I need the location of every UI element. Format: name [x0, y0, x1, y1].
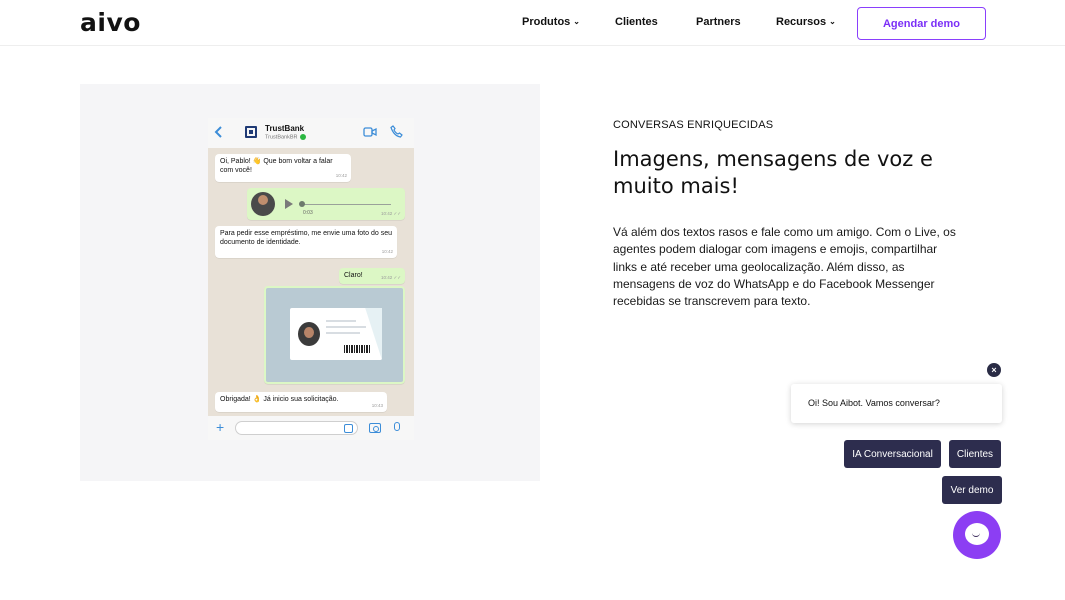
barcode [344, 345, 370, 353]
trustbank-logo-icon [245, 126, 257, 138]
nav-clientes[interactable]: Clientes [615, 16, 658, 28]
chatbot-greeting: Oi! Sou Aibot. Vamos conversar? [791, 384, 1002, 423]
nav-recursos[interactable]: Recursos ⌄ [776, 16, 836, 28]
contact-name: TrustBank [265, 124, 305, 133]
voice-message-bubble: 0:03 10:42 ✓✓ [247, 188, 405, 220]
nav-recursos-label: Recursos [776, 16, 827, 28]
phone-call-icon [390, 125, 403, 138]
camera-icon [369, 423, 381, 433]
id-portrait [298, 322, 320, 346]
chat-bubble-icon [965, 523, 989, 545]
chat-input-bar: + [208, 416, 414, 440]
voice-progress-handle [299, 201, 305, 207]
back-arrow-icon [214, 126, 222, 138]
chat-header: TrustBank TrustBankBR [208, 118, 414, 148]
chevron-down-icon: ⌄ [573, 17, 580, 26]
nav-produtos[interactable]: Produtos ⌄ [522, 16, 580, 28]
voice-duration: 0:03 [303, 210, 313, 216]
close-icon[interactable]: × [987, 363, 1001, 377]
nav-produtos-label: Produtos [522, 16, 571, 28]
avatar [251, 192, 275, 216]
message-bubble-incoming: Para pedir esse empréstimo, me envie uma… [215, 226, 397, 258]
plus-icon: + [216, 419, 225, 435]
video-call-icon [363, 127, 377, 137]
top-navbar: aivo Produtos ⌄ Clientes Partners Recurso… [0, 0, 1065, 46]
image-message-bubble [264, 286, 405, 384]
voice-progress-track [301, 204, 391, 205]
quick-reply-ia-conversacional[interactable]: IA Conversacional [844, 440, 941, 468]
feature-showcase-panel: TrustBank TrustBankBR Oi, Pablo! 👋 Que b… [80, 84, 540, 481]
nav-partners[interactable]: Partners [696, 16, 741, 28]
section-headline: Imagens, mensagens de voz e muito mais! [613, 147, 933, 198]
play-icon [285, 199, 293, 209]
whatsapp-phone-mockup: TrustBank TrustBankBR Oi, Pablo! 👋 Que b… [208, 118, 414, 440]
microphone-icon [394, 422, 400, 431]
aivo-logo[interactable]: aivo [80, 8, 141, 37]
sticker-icon [344, 424, 353, 433]
message-input [235, 421, 358, 435]
quick-reply-clientes[interactable]: Clientes [949, 440, 1001, 468]
message-bubble-incoming: Obrigada! 👌 Já inicio sua solicitação. 1… [215, 392, 387, 412]
chat-launcher-button[interactable] [953, 511, 1001, 559]
section-eyebrow: CONVERSAS ENRIQUECIDAS [613, 119, 774, 131]
id-card [290, 308, 382, 360]
section-description: Vá além dos textos rasos e fale como um … [613, 225, 956, 309]
contact-handle: TrustBankBR [265, 134, 306, 140]
verified-icon [299, 134, 306, 140]
agendar-demo-button[interactable]: Agendar demo [857, 7, 986, 40]
id-document-photo [266, 288, 403, 382]
chevron-down-icon: ⌄ [829, 17, 836, 26]
message-bubble-outgoing: Claro! 10:42 ✓✓ [339, 268, 405, 284]
message-bubble-incoming: Oi, Pablo! 👋 Que bom voltar a falar com … [215, 154, 351, 182]
quick-reply-ver-demo[interactable]: Ver demo [942, 476, 1002, 504]
